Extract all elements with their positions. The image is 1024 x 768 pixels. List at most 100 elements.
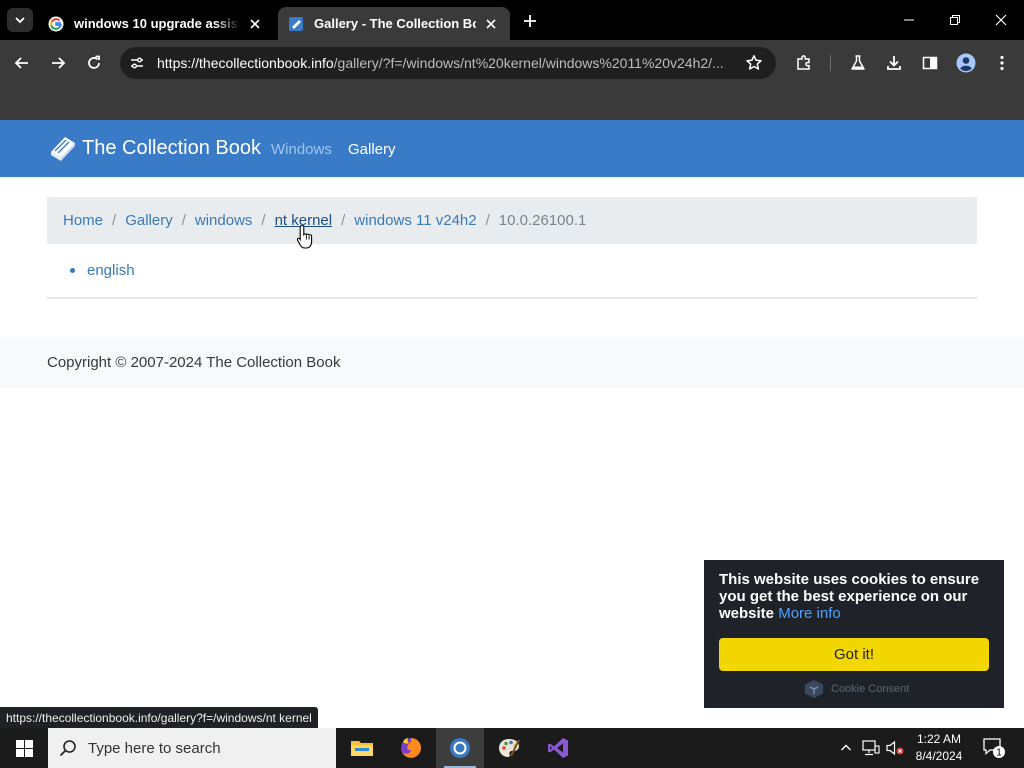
reload-button[interactable] xyxy=(80,50,108,76)
breadcrumb-current-build: 10.0.26100.1 xyxy=(498,212,587,229)
breadcrumb-separator: / xyxy=(181,212,186,229)
extensions-button[interactable] xyxy=(790,50,818,76)
reload-icon xyxy=(88,55,100,69)
breadcrumb-gallery[interactable]: Gallery xyxy=(125,212,173,229)
cookie-consent-brand[interactable]: Cookie Consent xyxy=(803,679,909,699)
url-host: https://thecollectionbook.info xyxy=(157,55,334,71)
nav-link-windows[interactable]: Windows xyxy=(271,141,332,158)
firefox-icon xyxy=(401,738,421,758)
bookmark-star-icon[interactable] xyxy=(744,53,764,73)
hand-cursor-icon xyxy=(296,224,313,249)
profile-button[interactable] xyxy=(952,50,980,76)
status-url-bubble: https://thecollectionbook.info/gallery?f… xyxy=(0,707,318,729)
windows-logo-icon xyxy=(15,739,33,757)
speaker-muted-icon xyxy=(886,740,904,756)
cookie-message: This website uses cookies to ensure you … xyxy=(719,571,989,622)
brand-name: The Collection Book xyxy=(82,136,261,159)
chrome-icon xyxy=(450,738,470,758)
content-divider xyxy=(47,297,977,299)
folder-icon xyxy=(351,741,373,756)
book-logo-icon xyxy=(51,137,75,161)
clock-time: 1:22 AM xyxy=(916,732,962,746)
network-tray-icon[interactable] xyxy=(860,728,882,768)
menu-button[interactable] xyxy=(988,50,1016,76)
cookie-accept-button[interactable]: Got it! xyxy=(719,638,989,671)
windows-taskbar: Type here to search 1:22 AM 8/4/2024 1 xyxy=(0,728,1024,768)
tab-search-button[interactable] xyxy=(7,8,33,32)
arrow-right-icon xyxy=(52,57,66,69)
taskbar-search-box[interactable]: Type here to search xyxy=(48,728,336,768)
breadcrumb-home[interactable]: Home xyxy=(63,212,103,229)
list-item: english xyxy=(70,262,135,279)
start-button[interactable] xyxy=(0,728,48,768)
side-panel-icon xyxy=(922,56,938,70)
plus-icon xyxy=(524,15,536,27)
show-hidden-icons-button[interactable] xyxy=(836,728,856,768)
taskbar-search-placeholder: Type here to search xyxy=(88,739,221,757)
back-button[interactable] xyxy=(8,50,36,76)
close-icon xyxy=(995,14,1007,26)
url-path: /gallery/?f=/windows/nt%20kernel/windows… xyxy=(333,55,724,71)
action-center-button[interactable]: 1 xyxy=(980,728,1008,768)
cookie-consent-logo-icon xyxy=(805,680,823,698)
breadcrumb-separator: / xyxy=(261,212,266,229)
tab-close-icon[interactable] xyxy=(482,15,500,33)
minimize-button[interactable] xyxy=(886,0,932,40)
breadcrumb-windows[interactable]: windows xyxy=(195,212,253,229)
minimize-icon xyxy=(904,19,914,21)
site-footer: Copyright © 2007-2024 The Collection Boo… xyxy=(0,337,1024,388)
cookie-banner: This website uses cookies to ensure you … xyxy=(704,560,1004,708)
downloads-button[interactable] xyxy=(880,50,908,76)
address-bar[interactable]: https://thecollectionbook.info/gallery/?… xyxy=(120,47,776,79)
breadcrumb-separator: / xyxy=(112,212,117,229)
tab-title: Gallery - The Collection Book xyxy=(314,16,476,31)
breadcrumb: Home / Gallery / windows / nt kernel / w… xyxy=(47,197,977,244)
tab-strip: windows 10 upgrade assistant Gallery - T… xyxy=(0,0,1024,40)
labs-button[interactable] xyxy=(844,50,872,76)
side-panel-button[interactable] xyxy=(916,50,944,76)
taskbar-paint[interactable] xyxy=(485,728,533,768)
paint-palette-icon xyxy=(499,739,520,757)
site-brand[interactable]: The Collection Book xyxy=(47,134,261,162)
taskbar-file-explorer[interactable] xyxy=(338,728,386,768)
puzzle-icon xyxy=(797,55,810,70)
breadcrumb-windows-11-v24h2[interactable]: windows 11 v24h2 xyxy=(354,212,476,229)
cookie-more-info-link[interactable]: More info xyxy=(778,605,841,622)
bullet xyxy=(70,268,75,273)
browser-toolbar: https://thecollectionbook.info/gallery/?… xyxy=(0,40,1024,120)
tab-close-icon[interactable] xyxy=(246,15,264,33)
search-icon xyxy=(48,728,88,768)
kebab-menu-icon xyxy=(1000,55,1004,71)
network-icon xyxy=(862,740,880,756)
taskbar-chrome[interactable] xyxy=(436,728,484,768)
arrow-left-icon xyxy=(14,57,28,69)
notification-count: 1 xyxy=(996,748,1002,759)
url-text[interactable]: https://thecollectionbook.info/gallery/?… xyxy=(157,55,742,71)
taskbar-clock[interactable]: 1:22 AM 8/4/2024 xyxy=(906,731,972,765)
nav-link-gallery[interactable]: Gallery xyxy=(348,141,396,158)
new-tab-button[interactable] xyxy=(518,10,542,32)
site-navbar: The Collection Book Windows Gallery xyxy=(0,120,1024,177)
volume-tray-icon[interactable] xyxy=(884,728,906,768)
breadcrumb-separator: / xyxy=(485,212,490,229)
copyright-text: Copyright © 2007-2024 The Collection Boo… xyxy=(47,354,341,371)
toolbar-divider xyxy=(830,55,831,71)
restore-button[interactable] xyxy=(932,0,978,40)
forward-button[interactable] xyxy=(44,50,72,76)
avatar-icon xyxy=(956,53,976,73)
site-settings-icon[interactable] xyxy=(128,54,146,72)
flask-icon xyxy=(851,55,865,70)
close-window-button[interactable] xyxy=(978,0,1024,40)
restore-icon xyxy=(950,15,960,25)
tab-google-search[interactable]: windows 10 upgrade assistant xyxy=(38,7,274,40)
breadcrumb-separator: / xyxy=(341,212,346,229)
chevron-up-icon xyxy=(841,744,851,751)
taskbar-firefox[interactable] xyxy=(387,728,435,768)
book-icon xyxy=(288,16,304,32)
cookie-message-text: This website uses cookies to ensure you … xyxy=(719,571,980,622)
taskbar-visual-studio[interactable] xyxy=(534,728,582,768)
tab-title: windows 10 upgrade assistant xyxy=(74,16,240,31)
list-item-link-english[interactable]: english xyxy=(87,262,135,279)
tab-gallery[interactable]: Gallery - The Collection Book xyxy=(278,7,510,40)
gallery-list: english xyxy=(70,262,135,279)
